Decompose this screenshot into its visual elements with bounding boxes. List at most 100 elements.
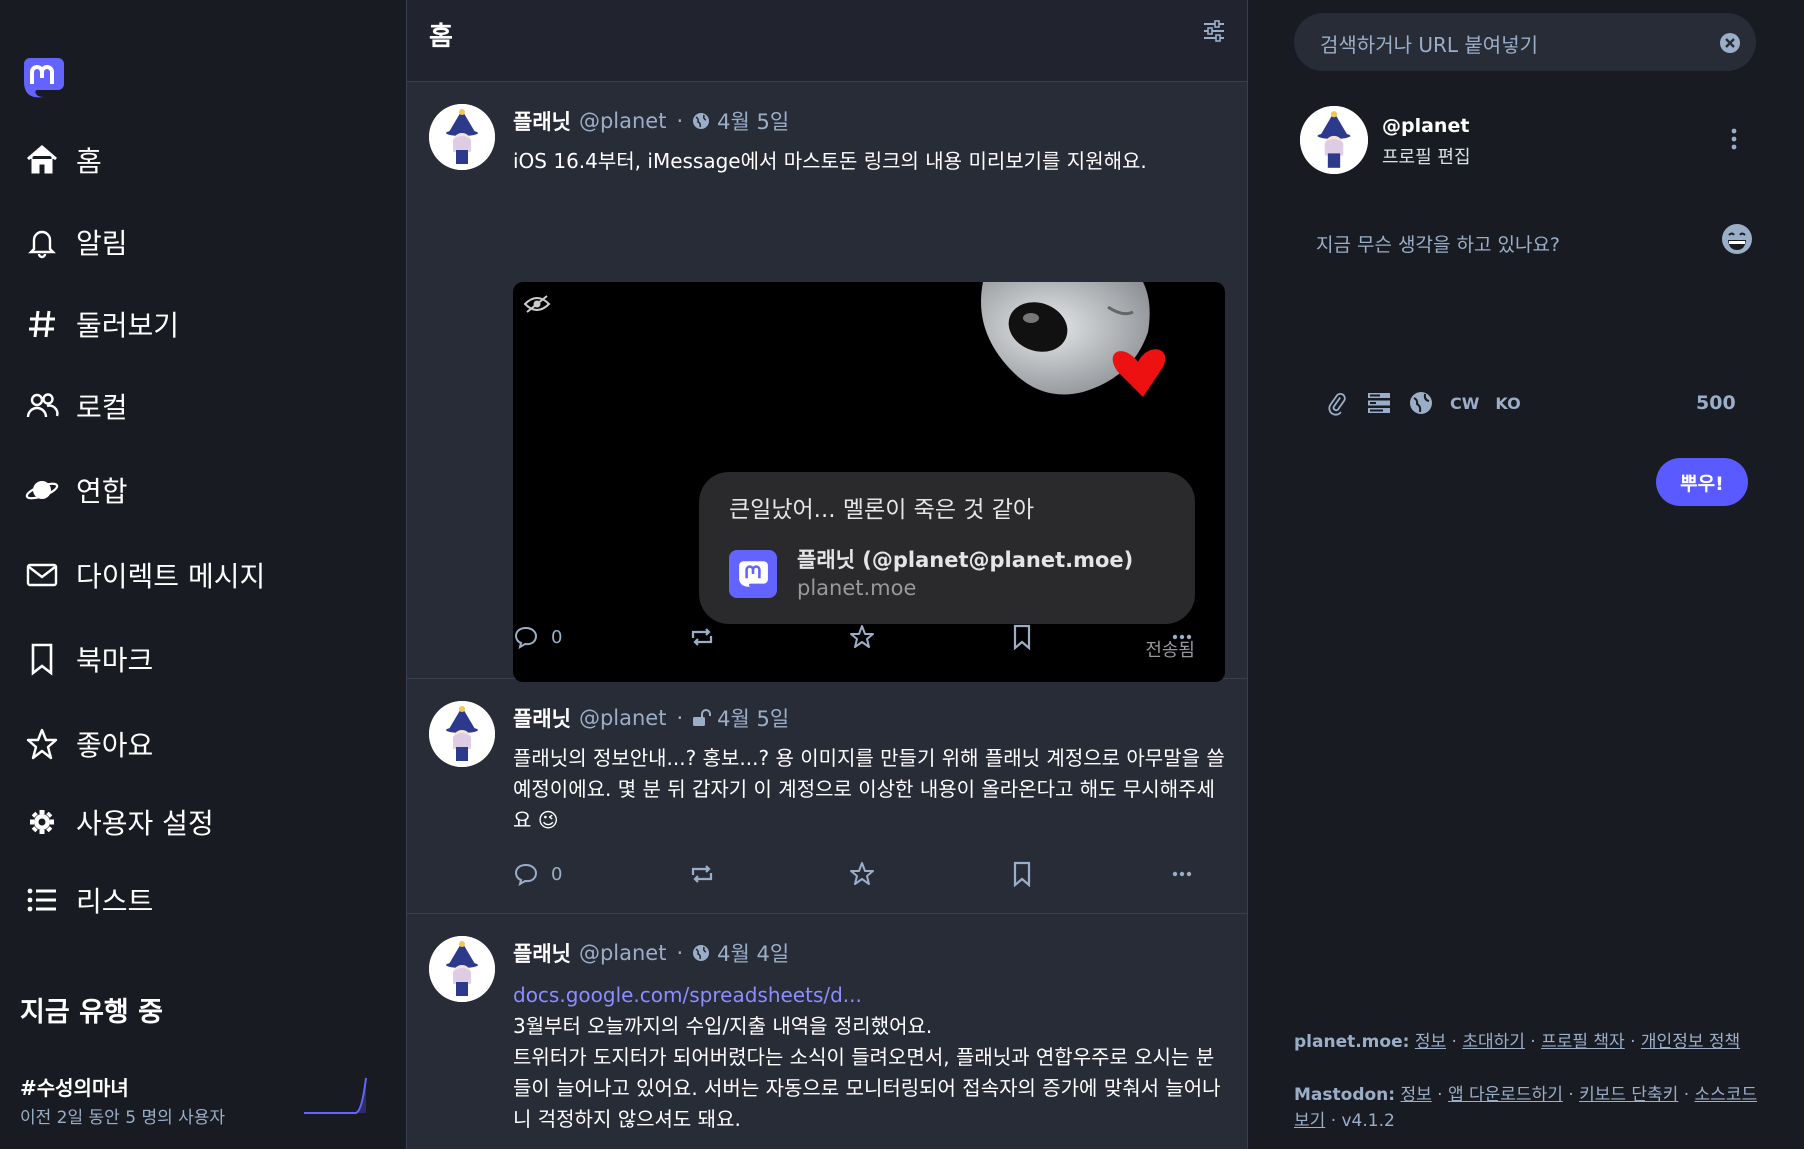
star-icon: [850, 625, 874, 648]
keyboard-shortcuts-link[interactable]: 키보드 단축키: [1579, 1085, 1678, 1105]
more-button[interactable]: [1169, 859, 1195, 889]
display-name[interactable]: 플래닛: [513, 703, 571, 733]
nav-label-explore: 둘러보기: [76, 309, 180, 342]
avatar[interactable]: [429, 936, 495, 1002]
nav-label-home: 홈: [76, 145, 102, 178]
attach-media-button[interactable]: [1324, 390, 1350, 416]
reply-button[interactable]: 0: [513, 859, 562, 889]
status-action-bar: 0: [513, 859, 1213, 889]
server-about-link[interactable]: 정보: [1415, 1032, 1446, 1052]
bookmark-button[interactable]: [1009, 622, 1035, 652]
envelope-icon: [22, 555, 62, 595]
hide-media-icon[interactable]: [523, 294, 551, 314]
ellipsis-icon: [1172, 634, 1192, 640]
get-app-link[interactable]: 앱 다운로드하기: [1448, 1085, 1563, 1105]
column-settings-icon[interactable]: [1201, 18, 1227, 44]
my-handle[interactable]: @planet: [1382, 115, 1469, 137]
nav-item-bookmarks[interactable]: 북마크: [22, 637, 382, 681]
status-header: 플래닛 @planet · 4월 5일: [513, 106, 789, 136]
unlock-icon: [693, 709, 712, 726]
alien-memoji-icon: [981, 282, 1166, 397]
my-avatar[interactable]: [1300, 106, 1368, 174]
nav-item-local[interactable]: 로컬: [22, 384, 382, 428]
nav-label-favourites: 좋아요: [76, 729, 154, 762]
nav-item-direct[interactable]: 다이렉트 메시지: [22, 553, 382, 597]
publish-button[interactable]: 뿌우!: [1656, 458, 1748, 506]
status-link[interactable]: docs.google.com/spreadsheets/d...: [513, 980, 1229, 1011]
status-item[interactable]: 플래닛 @planet · 4월 5일 iOS 16.4부터, iMessage…: [407, 82, 1247, 682]
language-button[interactable]: KO: [1495, 394, 1520, 413]
mastodon-about-link[interactable]: 정보: [1400, 1085, 1431, 1105]
more-button[interactable]: [1169, 622, 1195, 652]
account-handle[interactable]: @planet: [579, 706, 667, 730]
nav-item-federated[interactable]: 연합: [22, 468, 382, 512]
version-label: v4.1.2: [1341, 1111, 1395, 1131]
separator-dot: ·: [676, 706, 684, 730]
trend-usage: 이전 2일 동안 5 명의 사용자: [20, 1108, 226, 1128]
compose-placeholder: 지금 무슨 생각을 하고 있나요?: [1316, 234, 1561, 256]
avatar[interactable]: [429, 104, 495, 170]
nav-label-direct: 다이렉트 메시지: [76, 560, 266, 593]
character-counter: 500: [1696, 392, 1736, 414]
search-box[interactable]: 검색하거나 URL 붙여넣기: [1294, 13, 1756, 71]
status-line: 3월부터 오늘까지의 수입/지출 내역을 정리했어요.: [513, 1014, 933, 1038]
reply-button[interactable]: 0: [513, 622, 562, 652]
edit-profile-link[interactable]: 프로필 편집: [1382, 143, 1471, 169]
boost-button[interactable]: [689, 859, 715, 889]
nav-label-preferences: 사용자 설정: [76, 807, 214, 840]
display-name[interactable]: 플래닛: [513, 938, 571, 968]
server-label: planet.moe:: [1294, 1032, 1410, 1052]
visibility-button[interactable]: [1408, 390, 1434, 416]
column-header: 홈: [407, 0, 1247, 82]
nav-item-preferences[interactable]: 사용자 설정: [22, 800, 382, 844]
globe-icon: [693, 113, 710, 129]
ellipsis-icon: [1172, 871, 1192, 877]
nav-item-notifications[interactable]: 알림: [22, 220, 382, 264]
globe-icon: [693, 945, 710, 961]
invite-link[interactable]: 초대하기: [1462, 1032, 1525, 1052]
mastodon-logo-icon[interactable]: [20, 54, 64, 100]
nav-item-explore[interactable]: 둘러보기: [22, 302, 382, 346]
message-bubble: 큰일났어... 멜론이 죽은 것 같아 플래닛 (@planet@planet.…: [699, 472, 1195, 624]
nav-item-favourites[interactable]: 좋아요: [22, 722, 382, 766]
poll-icon: [1368, 393, 1390, 413]
separator-dot: ·: [676, 941, 684, 965]
poll-button[interactable]: [1366, 390, 1392, 416]
account-handle[interactable]: @planet: [579, 109, 667, 133]
bookmark-button[interactable]: [1009, 859, 1035, 889]
status-date[interactable]: 4월 5일: [717, 703, 789, 733]
mastodon-links: Mastodon: 정보 · 앱 다운로드하기 · 키보드 단축키 · 소스코드…: [1294, 1085, 1758, 1131]
account-handle[interactable]: @planet: [579, 941, 667, 965]
search-input[interactable]: 검색하거나 URL 붙여넣기: [1320, 29, 1538, 58]
planet-icon: [22, 470, 62, 510]
display-name[interactable]: 플래닛: [513, 106, 571, 136]
favourite-button[interactable]: [849, 622, 875, 652]
privacy-policy-link[interactable]: 개인정보 정책: [1641, 1032, 1740, 1052]
hashtag-icon: [22, 304, 62, 344]
boost-icon: [691, 628, 713, 646]
nav-label-local: 로컬: [76, 391, 128, 424]
vertical-ellipsis-icon[interactable]: [1724, 127, 1744, 151]
status-date[interactable]: 4월 5일: [717, 106, 789, 136]
nav-item-lists[interactable]: 리스트: [22, 878, 382, 922]
boost-icon: [691, 865, 713, 883]
content-warning-button[interactable]: CW: [1450, 394, 1479, 413]
status-date[interactable]: 4월 4일: [717, 938, 789, 968]
compose-textarea[interactable]: 지금 무슨 생각을 하고 있나요?: [1294, 200, 1756, 360]
column-title[interactable]: 홈: [429, 16, 453, 53]
favourite-button[interactable]: [849, 859, 875, 889]
emoji-picker-icon[interactable]: [1720, 222, 1754, 256]
status-content: docs.google.com/spreadsheets/d... 3월부터 오…: [513, 980, 1229, 1135]
status-item[interactable]: 플래닛 @planet · 4월 5일 플래닛의 정보안내...? 홍보...?…: [407, 679, 1247, 914]
clear-search-icon[interactable]: [1718, 31, 1742, 55]
boost-button[interactable]: [689, 622, 715, 652]
avatar[interactable]: [429, 701, 495, 767]
status-header: 플래닛 @planet · 4월 4일: [513, 938, 789, 968]
trend-hashtag[interactable]: #수성의마녀: [20, 1072, 129, 1101]
profile-directory-link[interactable]: 프로필 책자: [1541, 1032, 1625, 1052]
card-title: 플래닛 (@planet@planet.moe): [797, 548, 1134, 572]
mastodon-card-icon: [729, 550, 777, 598]
nav-item-home[interactable]: 홈: [22, 138, 382, 182]
status-item[interactable]: 플래닛 @planet · 4월 4일 docs.google.com/spre…: [407, 914, 1247, 1149]
status-action-bar: 0: [513, 622, 1213, 652]
